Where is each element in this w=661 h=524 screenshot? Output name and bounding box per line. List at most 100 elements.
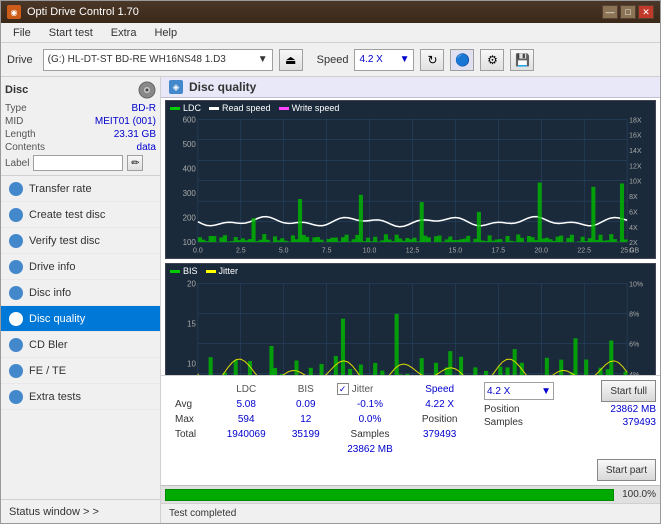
sidebar-item-transfer-rate[interactable]: Transfer rate xyxy=(1,176,160,202)
app-icon: ◉ xyxy=(7,5,21,19)
drive-select-value: (G:) HL-DT-ST BD-RE WH16NS48 1.D3 xyxy=(48,54,226,65)
disc-contents-row: Contents data xyxy=(5,142,156,153)
settings-button2[interactable]: ⚙ xyxy=(480,49,504,71)
disc-icon xyxy=(138,81,156,99)
svg-text:10.0: 10.0 xyxy=(363,247,377,254)
avg-jitter: -0.1% xyxy=(333,398,408,411)
disc-label-edit-button[interactable]: ✏ xyxy=(127,155,143,171)
avg-speed: 4.22 X xyxy=(409,398,470,411)
status-window-label: Status window > > xyxy=(9,506,99,518)
refresh-button[interactable]: ↻ xyxy=(420,49,444,71)
legend-write-speed: Write speed xyxy=(279,103,340,113)
sidebar-item-extra-tests[interactable]: Extra tests xyxy=(1,384,160,410)
chart1-svg: 60050040030020010018X16X14X12X10X8X6X4X2… xyxy=(166,101,655,258)
disc-type-label: Type xyxy=(5,103,27,114)
eject-button[interactable]: ⏏ xyxy=(279,49,303,71)
verify-test-disc-label: Verify test disc xyxy=(29,235,100,247)
speed-select[interactable]: 4.2 X ▼ xyxy=(354,49,414,71)
sidebar-item-disc-quality[interactable]: Disc quality xyxy=(1,306,160,332)
samples-label-static: Samples xyxy=(484,417,523,428)
chart2-container: BIS Jitter 201510510%8%6%4%2%0.02.55.07.… xyxy=(165,263,656,375)
svg-text:6X: 6X xyxy=(629,209,638,216)
menu-file[interactable]: File xyxy=(5,25,39,41)
legend-ldc: LDC xyxy=(170,103,201,113)
sidebar-item-create-test-disc[interactable]: Create test disc xyxy=(1,202,160,228)
disc-mid-row: MID MEIT01 (001) xyxy=(5,116,156,127)
extra-tests-label: Extra tests xyxy=(29,391,81,403)
write-speed-color xyxy=(279,107,289,110)
svg-text:5.0: 5.0 xyxy=(279,247,289,254)
minimize-button[interactable]: — xyxy=(602,5,618,19)
save-button[interactable]: 💾 xyxy=(510,49,534,71)
toolbar: Drive (G:) HL-DT-ST BD-RE WH16NS48 1.D3 … xyxy=(1,43,660,77)
svg-text:18X: 18X xyxy=(629,117,642,124)
svg-text:10%: 10% xyxy=(629,282,643,289)
disc-quality-icon xyxy=(9,312,23,326)
menu-help[interactable]: Help xyxy=(146,25,185,41)
disc-type-row: Type BD-R xyxy=(5,103,156,114)
disc-quality-header: ◈ Disc quality xyxy=(161,77,660,98)
svg-text:6%: 6% xyxy=(629,342,639,349)
maximize-button[interactable]: □ xyxy=(620,5,636,19)
stats-header-jitter-check: ✓ Jitter xyxy=(333,382,408,396)
sidebar-item-disc-info[interactable]: Disc info xyxy=(1,280,160,306)
speed-dropdown[interactable]: 4.2 X ▼ xyxy=(484,382,554,400)
drive-info-label: Drive info xyxy=(29,261,75,273)
menu-bar: File Start test Extra Help xyxy=(1,23,660,43)
ldc-color xyxy=(170,107,180,110)
disc-label-input[interactable] xyxy=(33,155,123,171)
position-row: Position 23862 MB xyxy=(484,404,656,415)
disc-header: Disc xyxy=(5,81,156,99)
speed-dropdown-chevron: ▼ xyxy=(541,386,551,397)
svg-text:100: 100 xyxy=(183,238,197,247)
menu-extra[interactable]: Extra xyxy=(103,25,145,41)
samples-row: Samples 379493 xyxy=(484,417,656,428)
svg-text:GB: GB xyxy=(629,247,639,254)
read-speed-color xyxy=(209,107,219,110)
disc-length-value: 23.31 GB xyxy=(114,129,156,140)
legend-jitter: Jitter xyxy=(206,266,239,276)
position-value-display: 23862 MB xyxy=(610,404,656,415)
settings-button1[interactable]: 🔵 xyxy=(450,49,474,71)
speed-buttons-area: 4.2 X ▼ Start full Position 23862 MB Sam… xyxy=(480,376,660,485)
total-ldc: 1940069 xyxy=(214,428,279,441)
stats-total-row: Total 1940069 35199 Samples 379493 xyxy=(171,428,470,441)
stats-header-bis: BIS xyxy=(281,382,331,396)
sidebar-item-fe-te[interactable]: FE / TE xyxy=(1,358,160,384)
start-part-button[interactable]: Start part xyxy=(597,459,656,481)
close-button[interactable]: ✕ xyxy=(638,5,654,19)
sidebar-item-cd-bler[interactable]: CD Bler xyxy=(1,332,160,358)
status-window-button[interactable]: Status window > > xyxy=(1,499,160,523)
sidebar-item-drive-info[interactable]: Drive info xyxy=(1,254,160,280)
stats-avg-row: Avg 5.08 0.09 -0.1% 4.22 X xyxy=(171,398,470,411)
svg-text:10: 10 xyxy=(187,360,196,369)
title-buttons: — □ ✕ xyxy=(602,5,654,19)
svg-text:8X: 8X xyxy=(629,194,638,201)
svg-text:14X: 14X xyxy=(629,148,642,155)
disc-contents-value[interactable]: data xyxy=(137,142,156,153)
start-full-button[interactable]: Start full xyxy=(601,380,656,402)
fe-te-label: FE / TE xyxy=(29,365,66,377)
disc-section-title: Disc xyxy=(5,84,28,96)
sidebar-item-verify-test-disc[interactable]: Verify test disc xyxy=(1,228,160,254)
drive-select[interactable]: (G:) HL-DT-ST BD-RE WH16NS48 1.D3 ▼ xyxy=(43,49,273,71)
disc-mid-value: MEIT01 (001) xyxy=(95,116,156,127)
svg-text:0.0: 0.0 xyxy=(193,247,203,254)
svg-text:8%: 8% xyxy=(629,312,639,319)
speed-label: Speed xyxy=(317,54,349,66)
menu-start-test[interactable]: Start test xyxy=(41,25,101,41)
create-test-disc-label: Create test disc xyxy=(29,209,105,221)
position-value: 23862 MB xyxy=(333,443,408,456)
samples-value-display: 379493 xyxy=(623,417,656,428)
status-text: Test completed xyxy=(169,508,236,519)
total-label: Total xyxy=(171,428,212,441)
extra-tests-icon xyxy=(9,390,23,404)
jitter-checkbox[interactable]: ✓ xyxy=(337,383,349,395)
stats-header-ldc: LDC xyxy=(214,382,279,396)
jitter-label: Jitter xyxy=(352,384,374,395)
svg-text:4X: 4X xyxy=(629,225,638,232)
disc-mid-label: MID xyxy=(5,116,23,127)
position-label-static: Position xyxy=(484,404,520,415)
cd-bler-icon xyxy=(9,338,23,352)
disc-label-row: Label ✏ xyxy=(5,155,156,171)
